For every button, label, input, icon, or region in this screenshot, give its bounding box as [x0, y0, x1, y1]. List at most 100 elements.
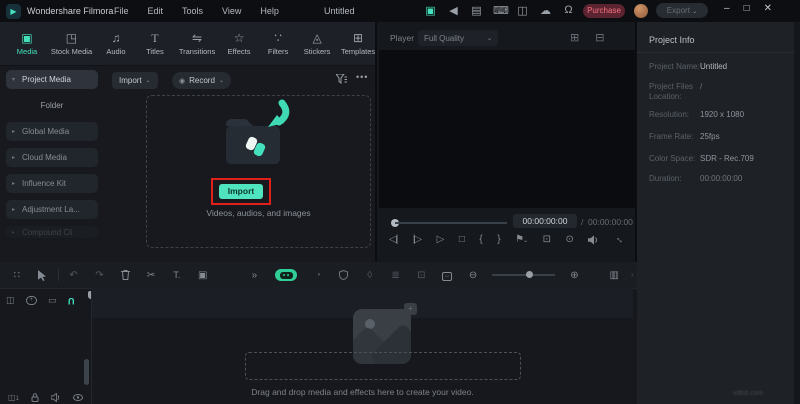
zoom-in-icon[interactable]: ⊕ — [561, 270, 587, 281]
track-thumbnail-icon[interactable]: ◫1 — [8, 393, 19, 402]
scopes-icon[interactable]: ⊟ — [595, 31, 604, 44]
zoom-slider-handle[interactable] — [526, 271, 533, 278]
quality-value: Full Quality — [424, 34, 464, 43]
import-zone-hint: Videos, audios, and images — [146, 208, 371, 218]
volume-icon[interactable] — [588, 235, 599, 245]
export-button[interactable]: Export ⌄ — [656, 3, 708, 18]
expand-fullscreen-icon[interactable]: ↔ — [613, 232, 628, 247]
mark-in-icon[interactable]: { — [479, 234, 481, 245]
timeline-drop-zone[interactable] — [245, 352, 521, 380]
timeline-scrollbar[interactable] — [84, 359, 89, 385]
tab-effects[interactable]: ☆ Effects — [224, 32, 254, 56]
render-preview-icon[interactable]: ≣ — [383, 270, 409, 281]
record-dropdown-label: Record — [189, 76, 215, 85]
menu-tools[interactable]: Tools — [182, 6, 203, 16]
maximize-button[interactable]: □ — [744, 3, 750, 14]
release-notes-icon[interactable]: ▤ — [470, 4, 483, 17]
cloud-backup-icon[interactable]: ☁ — [539, 4, 552, 17]
project-files-location-value: / — [700, 82, 790, 91]
field-label: Frame Rate: — [649, 132, 701, 142]
tab-stickers[interactable]: ◬ Stickers — [302, 32, 332, 56]
tab-transitions[interactable]: ⇋ Transitions — [179, 32, 215, 56]
sidebar-item-cloud-media[interactable]: ▸ Cloud Media — [6, 148, 98, 167]
resolution-value: 1920 x 1080 — [700, 110, 790, 119]
fit-timeline-icon[interactable]: ↔ — [434, 269, 460, 281]
speed-icon[interactable]: ◔ — [305, 270, 331, 281]
minimize-button[interactable]: – — [724, 3, 730, 14]
menu-edit[interactable]: Edit — [148, 6, 164, 16]
step-back-icon[interactable]: ◁| — [389, 234, 397, 245]
lock-track-icon[interactable] — [31, 393, 39, 402]
more-tools-icon[interactable]: » — [241, 270, 267, 281]
screen-record-icon[interactable]: ⊡ — [408, 270, 434, 281]
save-icon[interactable]: ◫ — [516, 4, 529, 17]
select-tool-icon[interactable] — [30, 270, 56, 281]
snapshot-camera-icon[interactable]: ⊙ — [566, 234, 573, 245]
keyboard-shortcuts-icon[interactable]: ⌨ — [493, 4, 506, 17]
mute-track-icon[interactable] — [51, 393, 61, 402]
tab-audio[interactable]: ♫ Audio — [101, 32, 131, 56]
crop-icon[interactable]: ▣ — [190, 270, 216, 281]
import-dropdown[interactable]: Import ⌄ — [112, 72, 158, 89]
stop-icon[interactable]: □ — [459, 234, 464, 245]
ai-copilot-icon[interactable] — [275, 269, 297, 281]
import-folder-illustration — [212, 99, 304, 181]
denoise-icon[interactable]: ◊ — [357, 270, 383, 281]
sidebar-item-compound-clip[interactable]: ▸ Compound Cli — [6, 226, 98, 238]
media-sidebar: ▾ Project Media Folder ▸ Global Media ▸ … — [6, 70, 98, 238]
sidebar-item-influence-kit[interactable]: ▸ Influence Kit — [6, 174, 98, 193]
divider — [58, 269, 59, 281]
tab-stock-media[interactable]: ◳ Stock Media — [51, 32, 92, 56]
sidebar-item-project-media[interactable]: ▾ Project Media — [6, 70, 98, 89]
tab-label: Templates — [341, 47, 375, 56]
timeline-zoom-slider[interactable] — [492, 274, 556, 276]
chevron-down-icon: ⌄ — [487, 35, 492, 42]
tab-label: Titles — [146, 47, 164, 56]
text-tool-icon[interactable]: T. — [164, 270, 190, 280]
play-icon[interactable]: ▷ — [437, 234, 444, 245]
paste-clip-icon[interactable]: ◫ — [6, 295, 15, 306]
multi-view-icon[interactable]: ⊞ — [570, 31, 579, 44]
menu-view[interactable]: View — [222, 6, 241, 16]
user-avatar[interactable] — [634, 4, 648, 18]
video-preview[interactable] — [379, 50, 635, 208]
keyboard-mini-icon[interactable]: ▭ — [48, 295, 57, 306]
add-track-icon[interactable]: + — [26, 296, 38, 305]
shield-icon[interactable] — [331, 270, 357, 280]
display-device-icon[interactable]: ⊡ — [543, 234, 550, 245]
more-options-button[interactable]: ••• — [356, 72, 368, 82]
sidebar-item-folder[interactable]: Folder — [6, 96, 98, 115]
marker-flag-icon[interactable]: ⚑⌄ — [515, 234, 527, 245]
split-scissors-icon[interactable]: ✂ — [138, 270, 164, 281]
sidebar-item-global-media[interactable]: ▸ Global Media — [6, 122, 98, 141]
current-timecode[interactable]: 00:00:00:00 — [513, 214, 577, 228]
track-manager-icon[interactable]: ▥ — [601, 270, 627, 281]
hide-track-icon[interactable] — [73, 394, 83, 401]
close-button[interactable]: ✕ — [764, 3, 772, 14]
tab-filters[interactable]: ∵ Filters — [263, 32, 293, 56]
magnet-snap-icon[interactable]: U — [68, 296, 75, 306]
scrubber-track[interactable] — [395, 222, 507, 224]
delete-icon[interactable] — [112, 270, 138, 280]
step-forward-icon[interactable]: |▷ — [413, 234, 421, 245]
megaphone-icon[interactable]: ◀ — [447, 4, 460, 17]
quality-dropdown[interactable]: Full Quality ⌄ — [418, 30, 498, 46]
gift-icon[interactable]: ▣ — [424, 4, 437, 17]
mark-out-icon[interactable]: } — [497, 234, 499, 245]
toolbar-caret-icon[interactable]: › — [627, 272, 637, 279]
undo-icon[interactable]: ↶ — [61, 270, 87, 281]
redo-icon[interactable]: ↷ — [86, 270, 112, 281]
record-dropdown[interactable]: ◉ Record ⌄ — [172, 72, 231, 89]
tab-templates[interactable]: ⊞ Templates — [341, 32, 375, 56]
menu-file[interactable]: File — [114, 6, 129, 16]
zoom-out-icon[interactable]: ⊖ — [460, 270, 486, 281]
tab-media[interactable]: ▣ Media — [12, 32, 42, 56]
sidebar-item-adjustment-layer[interactable]: ▸ Adjustment La... — [6, 200, 98, 219]
media-panel-toggle-icon[interactable]: ∷ — [4, 270, 30, 281]
menubar: File Edit Tools View Help — [114, 6, 279, 16]
menu-help[interactable]: Help — [260, 6, 279, 16]
tab-titles[interactable]: T Titles — [140, 32, 170, 56]
purchase-button[interactable]: Purchase — [583, 4, 625, 18]
support-headset-icon[interactable]: Ω — [562, 4, 575, 17]
filter-icon[interactable] — [336, 74, 347, 84]
